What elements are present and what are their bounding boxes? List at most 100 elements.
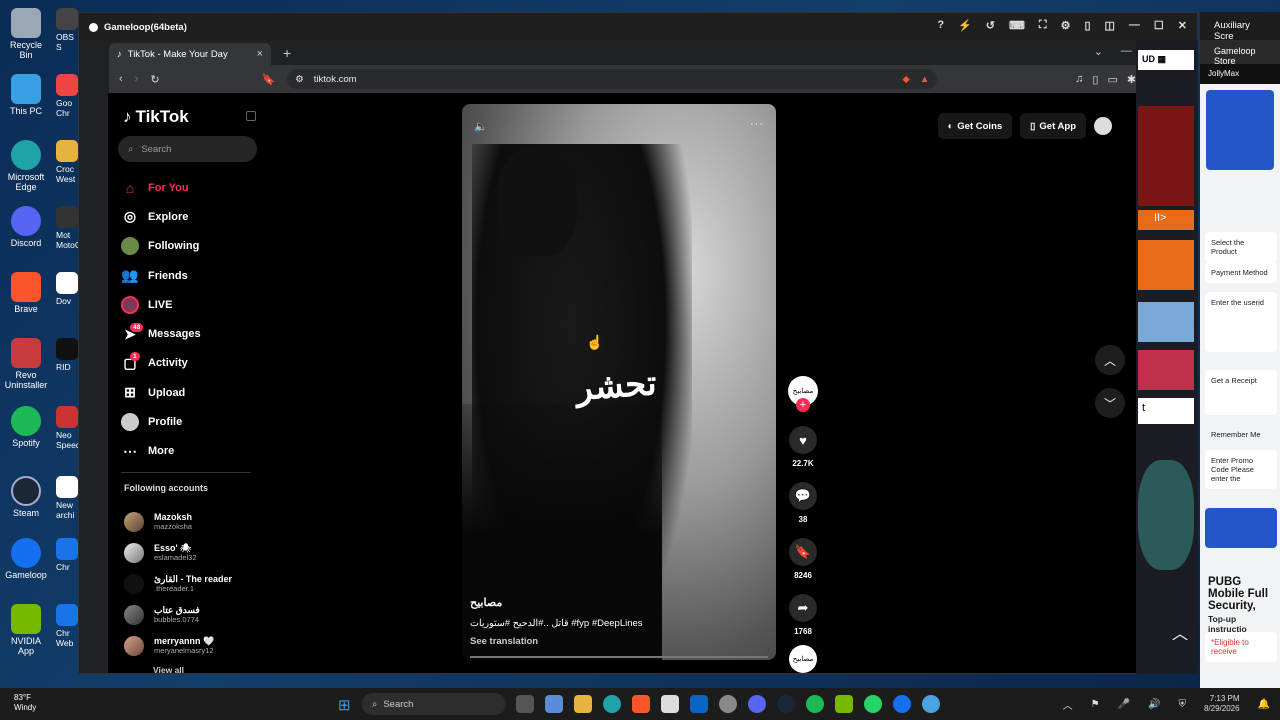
- settings-icon[interactable]: ⚙: [1061, 19, 1071, 32]
- sidebar-item-for-you[interactable]: ⌂ For You: [121, 173, 261, 202]
- tab-tiktok[interactable]: ♪ TikTok - Make Your Day ×: [109, 43, 271, 65]
- following-account[interactable]: merryannn 🤍 meryanelmasry12: [124, 630, 254, 661]
- game-thumbnail[interactable]: [1138, 302, 1194, 342]
- save-action[interactable]: 🔖 8246: [787, 538, 819, 580]
- following-account[interactable]: فسدق عتاب bubbles.0774: [124, 599, 254, 630]
- next-video-button[interactable]: ﹀: [1095, 388, 1125, 418]
- widgets-icon[interactable]: [545, 695, 563, 713]
- sidebar-item-profile[interactable]: Profile: [121, 407, 261, 436]
- game-thumbnail[interactable]: [1138, 460, 1194, 570]
- music-disc[interactable]: مصابيح: [789, 645, 817, 673]
- game-thumbnail[interactable]: [1138, 106, 1194, 206]
- site-info-icon[interactable]: ⚙: [295, 74, 304, 85]
- gameloop-icon[interactable]: [893, 695, 911, 713]
- forward-icon[interactable]: ›: [135, 73, 139, 85]
- pubg-banner[interactable]: [1205, 508, 1277, 548]
- get-app-button[interactable]: ▯ Get App: [1020, 113, 1086, 139]
- follow-plus-icon[interactable]: +: [796, 398, 810, 412]
- video-author[interactable]: مصابيح: [470, 596, 502, 609]
- sidebar-icon[interactable]: ▯: [1092, 73, 1098, 86]
- following-account[interactable]: القارئ - The reader .thereader.1: [124, 568, 254, 599]
- discord-icon[interactable]: [748, 695, 766, 713]
- bolt-icon[interactable]: ⚡: [958, 19, 972, 32]
- volume-icon[interactable]: 🔈: [474, 120, 488, 133]
- desktop-partial-icon[interactable]: Goo Chr: [56, 74, 80, 118]
- promo-banner[interactable]: [1206, 90, 1274, 170]
- close-button[interactable]: ✕: [1178, 19, 1187, 32]
- browser-minimize-button[interactable]: —: [1121, 45, 1132, 58]
- following-account[interactable]: Mazoksh mazzoksha: [124, 506, 254, 537]
- side-item[interactable]: t: [1138, 398, 1194, 424]
- maximize-button[interactable]: ☐: [1154, 19, 1164, 32]
- url-bar[interactable]: ⚙ tiktok.com ◆ ▲: [287, 69, 938, 89]
- back-icon[interactable]: ‹: [119, 73, 123, 85]
- fullscreen-icon[interactable]: ⛶: [1039, 19, 1047, 32]
- sidebar-item-activity[interactable]: ▢ 1 Activity: [121, 349, 261, 378]
- sidebar-item-more[interactable]: ⋯ More: [121, 437, 261, 466]
- task-view-icon[interactable]: [516, 695, 534, 713]
- whatsapp-icon[interactable]: [864, 695, 882, 713]
- clock[interactable]: 7:13 PM 8/29/2026: [1204, 694, 1240, 714]
- desktop-partial-icon[interactable]: Croc West: [56, 140, 80, 184]
- chevron-up-icon[interactable]: ︿: [1063, 697, 1073, 712]
- tab-list-icon[interactable]: ⌄: [1094, 45, 1103, 58]
- desktop-icon-brave[interactable]: Brave: [4, 272, 48, 314]
- sidebar-item-upload[interactable]: ⊞ Upload: [121, 378, 261, 407]
- step-get-receipt[interactable]: Get a Receipt: [1205, 370, 1277, 415]
- desktop-icon-recycle-bin[interactable]: Recycle Bin: [4, 8, 48, 60]
- desktop-icon-this-pc[interactable]: This PC: [4, 74, 48, 116]
- desktop-partial-icon[interactable]: Chr Web: [56, 604, 80, 648]
- desktop-partial-icon[interactable]: RID: [56, 338, 80, 372]
- store-icon[interactable]: [661, 695, 679, 713]
- brave-shield-icon[interactable]: ◆: [903, 74, 910, 85]
- sidebar-item-friends[interactable]: 👥 Friends: [121, 261, 261, 290]
- promo-code-field[interactable]: Enter Promo Code Please enter the: [1205, 450, 1277, 489]
- network-icon[interactable]: ⚑: [1091, 699, 1100, 710]
- desktop-icon-discord[interactable]: Discord: [4, 206, 48, 248]
- remember-me-toggle[interactable]: Remember Me: [1205, 424, 1277, 445]
- cart-icon[interactable]: [1138, 240, 1194, 290]
- sidebar-item-explore[interactable]: ◎ Explore: [121, 202, 261, 231]
- desktop-partial-icon[interactable]: Dov: [56, 272, 80, 306]
- user-avatar[interactable]: [1094, 117, 1112, 135]
- desktop-icon-revo[interactable]: Revo Uninstaller: [4, 338, 48, 390]
- bell-icon[interactable]: 🔔: [1258, 699, 1270, 710]
- music-icon[interactable]: ♫: [1075, 73, 1083, 86]
- desktop-partial-icon[interactable]: Neo Speed: [56, 406, 81, 450]
- sidebar-toggle-icon[interactable]: ▯: [1084, 19, 1090, 32]
- desktop-partial-icon[interactable]: OBS S: [56, 8, 80, 52]
- store-tab[interactable]: Gameloop Store: [1200, 40, 1280, 66]
- view-all-link[interactable]: View all: [153, 665, 184, 675]
- comment-action[interactable]: 💬 38: [787, 482, 819, 524]
- outlook-icon[interactable]: [690, 695, 708, 713]
- new-tab-button[interactable]: +: [283, 45, 291, 61]
- undo-icon[interactable]: ↺: [986, 19, 995, 32]
- desktop-icon-spotify[interactable]: Spotify: [4, 406, 48, 448]
- game-thumbnail[interactable]: [1138, 350, 1194, 390]
- desktop-partial-icon[interactable]: Mot MotoC: [56, 206, 81, 250]
- edge-icon[interactable]: [603, 695, 621, 713]
- share-action[interactable]: ➦ 1768: [787, 594, 819, 636]
- start-icon[interactable]: ⊞: [338, 696, 351, 714]
- brave-rewards-icon[interactable]: ▲: [920, 74, 929, 85]
- taskbar-search[interactable]: ⌕ Search: [362, 693, 506, 715]
- video-progress-bar[interactable]: [470, 656, 768, 658]
- steam-icon[interactable]: [777, 695, 795, 713]
- app-icon[interactable]: [922, 695, 940, 713]
- sidebar-item-following[interactable]: Following: [121, 232, 261, 261]
- github-icon[interactable]: [719, 695, 737, 713]
- tab-close-icon[interactable]: ×: [257, 48, 263, 60]
- volume-icon[interactable]: 🔊: [1148, 699, 1160, 710]
- wallet-icon[interactable]: ▭: [1107, 73, 1117, 86]
- brave-icon[interactable]: [632, 695, 650, 713]
- video-player[interactable]: 🔈 ··· تحشر مصابيح قاتل ..#الدحيح #ستوريا…: [462, 104, 776, 660]
- sidebar-item-messages[interactable]: ➤ 48 Messages: [121, 319, 261, 348]
- play-icon[interactable]: II>: [1138, 210, 1194, 230]
- nvidia-icon[interactable]: [835, 695, 853, 713]
- desktop-icon-gameloop[interactable]: Gameloop: [4, 538, 48, 580]
- minimize-button[interactable]: —: [1129, 19, 1140, 32]
- search-input[interactable]: ⌕ Search: [118, 136, 257, 162]
- pin-icon[interactable]: ◫: [1105, 19, 1115, 32]
- weather-widget[interactable]: 83°F Windy: [14, 693, 36, 713]
- help-icon[interactable]: ?: [937, 19, 944, 32]
